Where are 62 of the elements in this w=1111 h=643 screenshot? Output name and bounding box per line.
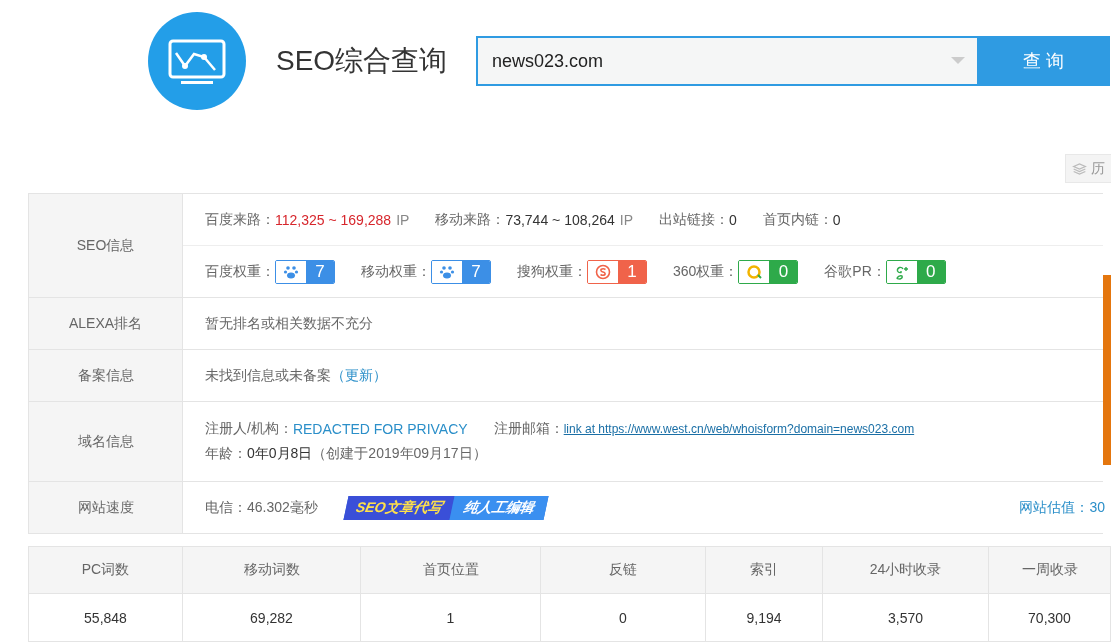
- speed-text: 电信：46.302毫秒: [205, 498, 318, 517]
- field-value: 0: [729, 211, 737, 228]
- field-label: 360权重：: [673, 262, 739, 281]
- table-cell: 9,194: [706, 594, 823, 642]
- weight-badge: 0: [885, 259, 946, 284]
- weight-badge: 1: [587, 259, 647, 284]
- ring-icon: [746, 263, 763, 280]
- field-label: 首页内链：: [762, 210, 833, 229]
- column-header: 移动词数: [183, 547, 361, 594]
- field-label: 年龄：: [205, 445, 247, 463]
- paw-icon: [439, 263, 455, 280]
- field-label: 百度来路：: [205, 210, 275, 229]
- unit-label: IP: [396, 211, 410, 228]
- row-label: ALEXA排名: [29, 298, 183, 349]
- field-label: 百度权重：: [205, 262, 275, 281]
- row-label: 备案信息: [29, 350, 183, 401]
- ad-banner[interactable]: SEO文章代写 纯人工编辑: [343, 495, 548, 520]
- age-value: 0年0月8日: [247, 445, 313, 463]
- column-header: 反链: [541, 547, 706, 594]
- field-label: 谷歌PR：: [824, 262, 886, 281]
- weight-badge: 7: [431, 259, 491, 284]
- history-button[interactable]: 历: [1065, 154, 1111, 183]
- field-label: 移动权重：: [361, 262, 431, 281]
- column-header: 索引: [706, 547, 823, 594]
- field-label: 搜狗权重：: [517, 262, 587, 281]
- field-label: 注册邮箱：: [493, 420, 564, 438]
- row-label: 网站速度: [29, 482, 183, 533]
- page-title: SEO综合查询: [276, 44, 449, 78]
- icp-text: 未找到信息或未备案: [205, 366, 331, 385]
- column-header: 首页位置: [361, 547, 541, 594]
- created-date: （创建于2019年09月17日）: [312, 445, 487, 463]
- paw-icon: [283, 263, 299, 280]
- field-value: 0: [832, 211, 841, 228]
- table-cell: 55,848: [29, 594, 183, 642]
- update-link[interactable]: （更新）: [331, 366, 387, 385]
- unit-label: IP: [619, 211, 633, 228]
- field-label: 移动来路：: [435, 210, 506, 229]
- column-header: 一周收录: [989, 547, 1111, 594]
- registrant-value: REDACTED FOR PRIVACY: [292, 421, 468, 437]
- column-header: PC词数: [29, 547, 183, 594]
- search-field[interactable]: news023.com: [476, 36, 977, 86]
- table-cell: 0: [541, 594, 706, 642]
- table-cell: 70,300: [989, 594, 1111, 642]
- field-value: 73,744 ~ 108,264: [505, 211, 615, 228]
- email-link[interactable]: link at https://www.west.cn/web/whoisform?domain=news023.com: [563, 422, 955, 436]
- field-label: 注册人/机构：: [205, 420, 293, 438]
- row-label: SEO信息: [29, 194, 183, 297]
- alexa-text: 暂无排名或相关数据不充分: [205, 314, 374, 333]
- valuation-link[interactable]: 网站估值：30: [1019, 498, 1105, 517]
- row-label: 域名信息: [29, 402, 183, 481]
- s-circle-icon: [595, 263, 611, 280]
- monitor-chart-logo-icon: [148, 12, 246, 110]
- search-button[interactable]: 查 询: [977, 36, 1110, 86]
- column-header: 24小时收录: [823, 547, 989, 594]
- weight-badge: 0: [738, 259, 799, 284]
- caret-icon[interactable]: [951, 57, 965, 65]
- field-label: 出站链接：: [659, 210, 729, 229]
- table-cell: 69,282: [183, 594, 361, 642]
- table-cell: 1: [361, 594, 541, 642]
- table-cell: 3,570: [823, 594, 989, 642]
- weight-badge: 7: [275, 259, 335, 284]
- field-value: 112,325 ~ 169,288: [275, 211, 392, 228]
